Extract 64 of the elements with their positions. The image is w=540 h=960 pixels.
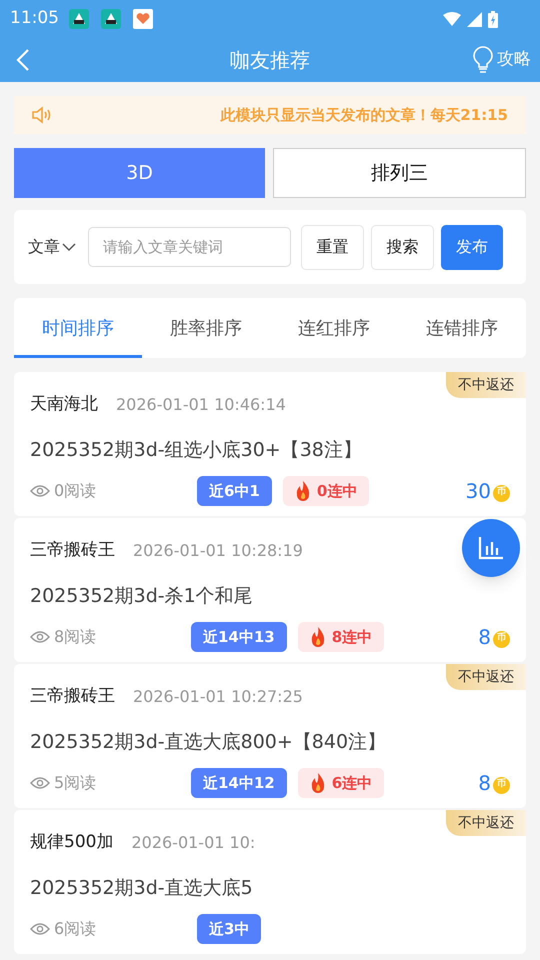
publish-button[interactable]: 发布 (441, 224, 503, 270)
price-amount: 8 (478, 770, 491, 797)
filter-button[interactable]: 重置 (301, 224, 364, 270)
article-title: 2025352期3d-直选大底5 (30, 876, 254, 900)
sort-tab[interactable]: 连红排序 (270, 298, 398, 358)
streak-badge: 0连中 (282, 476, 370, 506)
article-card[interactable]: 不中返还 天南海北 2026-01-01 10:46:14 2025352期3d-组选小底30+【38注】 0阅读 近6中1 0连中 30 币 (14, 372, 526, 516)
article-title: 2025352期3d-组选小底30+【38注】 (30, 438, 363, 462)
win-record-badge: 近3中 (197, 914, 262, 944)
coin-icon: 币 (493, 484, 510, 502)
author-name: 三帝搬砖王 (30, 539, 115, 562)
read-count: 6阅读 (54, 918, 96, 940)
price-amount: 30 (466, 478, 491, 505)
wifi-icon (443, 12, 461, 26)
filter-button[interactable]: 搜索 (371, 224, 434, 270)
price-amount: 8 (478, 624, 491, 651)
type-dropdown[interactable]: 文章 (28, 235, 76, 259)
read-count: 5阅读 (54, 772, 96, 794)
read-count: 8阅读 (54, 626, 96, 648)
post-time: 2026-01-01 10:27:25 (133, 686, 303, 708)
lottery-tab[interactable]: 3D (14, 148, 265, 198)
back-icon[interactable] (16, 48, 30, 72)
win-record-badge: 近14中12 (191, 768, 287, 798)
notice-text: 此模块只显示当天发布的文章！每天21:15 (220, 104, 508, 126)
lightbulb-icon (473, 46, 493, 74)
win-record-badge: 近14中13 (191, 622, 287, 652)
bar-chart-icon (478, 536, 504, 560)
refund-tag: 不中返还 (446, 810, 526, 836)
status-time: 11:05 (10, 7, 59, 30)
article-card[interactable]: 三帝搬砖王 2026-01-01 10:28:19 2025352期3d-杀1个和尾 8阅读 近14中13 8连中 8 币 (14, 518, 526, 662)
article-title: 2025352期3d-杀1个和尾 (30, 584, 254, 608)
speaker-icon (32, 106, 52, 124)
app-notification-icon (69, 9, 89, 29)
read-count: 0阅读 (54, 480, 96, 502)
sort-tab[interactable]: 胜率排序 (142, 298, 270, 358)
battery-icon (488, 10, 498, 28)
article-title: 2025352期3d-直选大底800+【840注】 (30, 730, 388, 754)
win-record-badge: 近6中1 (197, 476, 272, 506)
author-name: 三帝搬砖王 (30, 685, 115, 708)
eye-icon (30, 922, 50, 936)
eye-icon (30, 484, 50, 498)
sort-tab[interactable]: 连错排序 (398, 298, 526, 358)
post-time: 2026-01-01 10: (131, 832, 256, 854)
app-notification-icon (101, 9, 121, 29)
author-name: 天南海北 (30, 393, 98, 416)
post-time: 2026-01-01 10:46:14 (116, 394, 286, 416)
page-title: 咖友推荐 (230, 47, 310, 74)
eye-icon (30, 630, 50, 644)
article-card[interactable]: 不中返还 规律500加 2026-01-01 10: 2025352期3d-直选大底5 6阅读 近3中 (14, 810, 526, 954)
sort-tab[interactable]: 时间排序 (14, 298, 142, 358)
coin-icon: 币 (493, 630, 510, 648)
author-name: 规律500加 (30, 831, 114, 854)
refund-tag: 不中返还 (446, 664, 526, 690)
eye-icon (30, 776, 50, 790)
post-time: 2026-01-01 10:28:19 (133, 540, 303, 562)
article-card[interactable]: 不中返还 三帝搬砖王 2026-01-01 10:27:25 2025352期3d-直选大底800+【840注】 5阅读 近14中12 6连中 8 币 (14, 664, 526, 808)
streak-badge: 6连中 (298, 768, 384, 798)
coin-icon: 币 (493, 776, 510, 794)
search-field[interactable]: 请输入文章关键词 (88, 227, 291, 267)
streak-badge: 8连中 (298, 622, 384, 652)
refund-tag: 不中返还 (446, 372, 526, 398)
chevron-down-icon (62, 242, 76, 252)
lottery-tab[interactable]: 排列三 (273, 148, 526, 198)
signal-icon (467, 12, 482, 26)
